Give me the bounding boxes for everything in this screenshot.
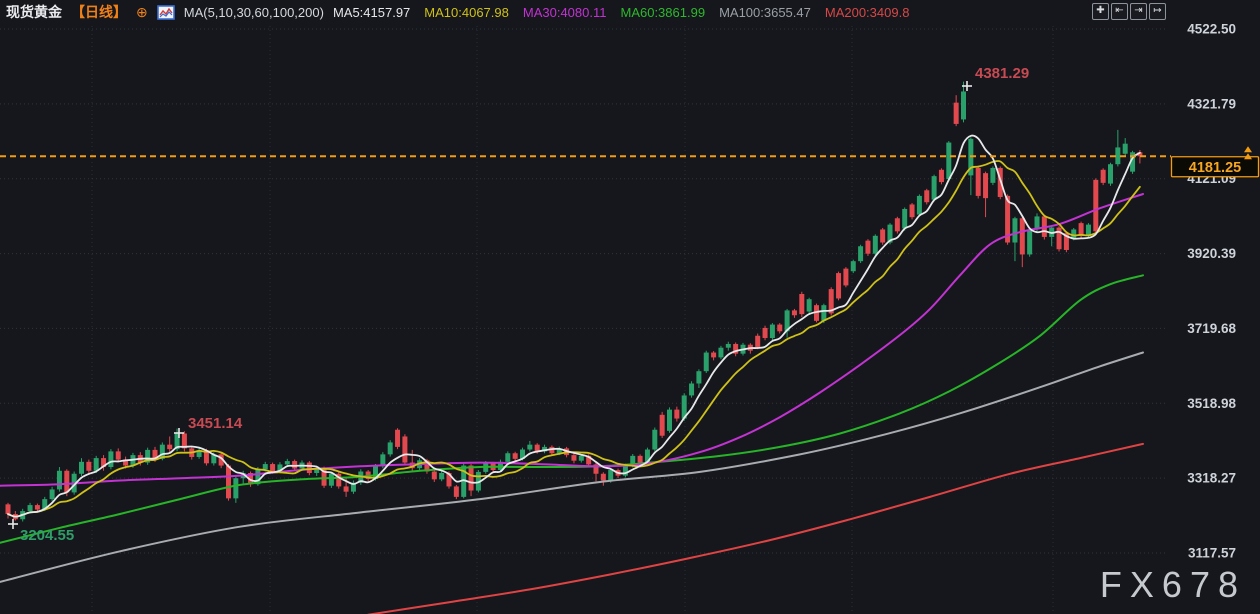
- ma-lines-layer: [0, 136, 1143, 614]
- ma-line-ma30: [0, 194, 1143, 486]
- gridlines: [0, 26, 1168, 614]
- candles-layer: [6, 82, 1143, 522]
- candlestick-chart-canvas[interactable]: 4381.293451.143204.554522.504321.794121.…: [0, 0, 1260, 614]
- chart-header: 现货黄金 【日线】 ⊕ MA(5,10,30,60,100,200) MA5:4…: [6, 0, 909, 24]
- price-axis-label: 4522.50: [1187, 22, 1236, 37]
- price-axis-label: 3920.39: [1187, 246, 1236, 261]
- ma5-value: MA5:4157.97: [333, 5, 410, 20]
- scale-left-icon[interactable]: ⇤: [1111, 3, 1128, 20]
- price-axis-label: 3318.27: [1187, 471, 1236, 486]
- ma30-value: MA30:4080.11: [523, 5, 607, 20]
- last-price-tag: 4181.25: [1172, 146, 1259, 177]
- price-annotations: 4381.29 3451.14 3204.55: [8, 65, 1029, 544]
- ma-settings-label: MA(5,10,30,60,100,200): [184, 5, 324, 20]
- scale-right-icon[interactable]: ⇥: [1130, 3, 1147, 20]
- price-axis-label: 3518.98: [1187, 396, 1236, 411]
- ma60-value: MA60:3861.99: [620, 5, 705, 20]
- trading-app-window: 4381.293451.143204.554522.504321.794121.…: [0, 0, 1260, 614]
- mini-chart-icon: [157, 5, 175, 20]
- price-axis-label: 4321.79: [1187, 96, 1236, 111]
- chart-toolbar: ✚ ⇤ ⇥ ↦: [1092, 3, 1166, 20]
- pan-right-icon[interactable]: ↦: [1149, 3, 1166, 20]
- annotation-label: 3204.55: [20, 527, 74, 544]
- symbol-name: 现货黄金: [6, 2, 62, 22]
- crosshair-icon[interactable]: ✚: [1092, 3, 1109, 20]
- timeframe-label[interactable]: 【日线】: [71, 2, 127, 22]
- price-axis-label: 3117.57: [1188, 545, 1236, 560]
- ma-legend: MA5:4157.97 MA10:4067.98 MA30:4080.11 MA…: [333, 5, 909, 20]
- price-axis-label: 3719.68: [1187, 321, 1236, 336]
- circle-plus-icon[interactable]: ⊕: [136, 4, 148, 21]
- last-price-value: 4181.25: [1189, 160, 1241, 176]
- price-axis[interactable]: 4522.504321.794121.093920.393719.683518.…: [1187, 22, 1236, 561]
- ma10-value: MA10:4067.98: [424, 5, 509, 20]
- annotation-label: 3451.14: [188, 415, 243, 432]
- annotation-label: 4381.29: [975, 65, 1029, 82]
- ma200-value: MA200:3409.8: [825, 5, 910, 20]
- ma100-value: MA100:3655.47: [719, 5, 811, 20]
- fx678-watermark: FX678: [1100, 564, 1246, 606]
